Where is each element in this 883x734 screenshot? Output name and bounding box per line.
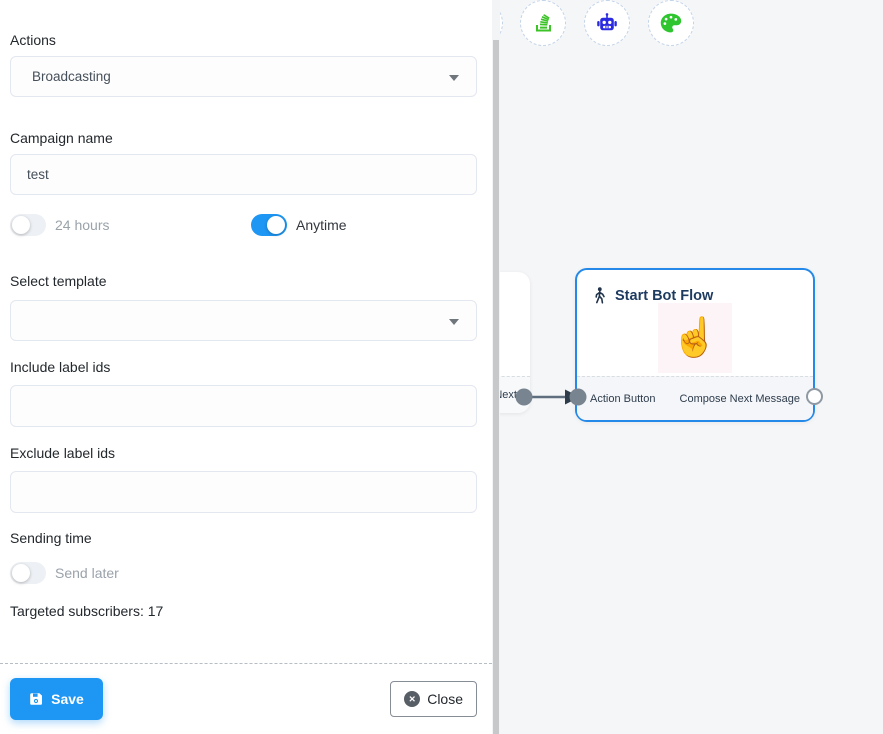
panel-scrollbar-thumb[interactable]: [493, 40, 499, 734]
panel-scrollbar-track[interactable]: [492, 0, 500, 734]
toolbar-button-bot[interactable]: [584, 0, 630, 46]
send-later-group: Send later: [10, 562, 119, 584]
schedule-toggle-row: 24 hours Anytime: [10, 214, 477, 237]
include-label-ids-label: Include label ids: [10, 359, 477, 375]
send-later-row: Send later: [10, 562, 477, 585]
node-title: Start Bot Flow: [615, 288, 713, 304]
targeted-subscribers-text: Targeted subscribers: 17: [10, 603, 477, 619]
actions-select[interactable]: Broadcasting: [10, 56, 477, 97]
flow-canvas[interactable]: Compose Next Start Bot Flow ☝ Action But…: [500, 0, 883, 734]
actions-select-value: Broadcasting: [32, 69, 111, 84]
exclude-label-ids-label: Exclude label ids: [10, 445, 477, 461]
node-partial[interactable]: Compose Next: [500, 272, 530, 413]
node-input-label: Action Button: [590, 393, 655, 405]
toolbar-circle-partial[interactable]: [500, 0, 503, 46]
panel-footer: Save ✕ Close: [0, 663, 492, 734]
cursor-highlight-box: ☝: [658, 303, 732, 373]
broadcast-settings-panel: Actions Broadcasting Campaign name 24 ho…: [0, 0, 492, 734]
send-later-label: Send later: [55, 565, 119, 581]
node-start-bot-flow[interactable]: Start Bot Flow ☝ Action Button Compose N…: [575, 268, 815, 422]
template-select[interactable]: [10, 300, 477, 341]
toggle-24-hours-group: 24 hours: [10, 214, 109, 236]
node-output-port[interactable]: [806, 388, 823, 405]
node-footer: Action Button Compose Next Message: [577, 376, 813, 420]
palette-icon: [659, 11, 683, 35]
walking-person-icon: [592, 287, 607, 304]
sending-time-label: Sending time: [10, 530, 477, 546]
exclude-label-ids-wrap: [10, 471, 477, 513]
include-label-ids-wrap: [10, 385, 477, 427]
close-circle-x-icon: ✕: [404, 691, 420, 707]
save-button-label: Save: [51, 691, 84, 707]
robot-icon: [595, 11, 619, 35]
close-button[interactable]: ✕ Close: [390, 681, 477, 717]
broadcast-flow-app: Actions Broadcasting Campaign name 24 ho…: [0, 0, 883, 734]
toggle-anytime-label: Anytime: [296, 217, 347, 233]
campaign-name-input[interactable]: [11, 155, 476, 194]
node-output-label: Compose Next Message: [680, 393, 800, 405]
toggle-24-hours-label: 24 hours: [55, 217, 109, 233]
exclude-label-ids-input[interactable]: [11, 472, 476, 512]
toggle-anytime[interactable]: [251, 214, 287, 236]
include-label-ids-input[interactable]: [11, 386, 476, 426]
toggle-knob: [12, 216, 30, 234]
toggle-knob: [267, 216, 285, 234]
campaign-name-field-wrap: [10, 154, 477, 195]
chevron-down-icon: [449, 319, 459, 325]
toggle-24-hours[interactable]: [10, 214, 46, 236]
mouse-cursor-hand-icon: ☝: [671, 319, 718, 357]
toggle-knob: [12, 564, 30, 582]
save-button[interactable]: Save: [10, 678, 103, 720]
chevron-down-icon: [449, 75, 459, 81]
campaign-name-label: Campaign name: [10, 130, 477, 146]
toolbar-button-stack[interactable]: [520, 0, 566, 46]
toolbar-button-theme[interactable]: [648, 0, 694, 46]
actions-label: Actions: [10, 32, 477, 48]
toggle-send-later[interactable]: [10, 562, 46, 584]
node-partial-output-label: Compose Next: [500, 376, 530, 413]
save-floppy-icon: [29, 692, 43, 706]
stack-icon: [531, 11, 555, 35]
select-template-label: Select template: [10, 273, 477, 289]
node-header: Start Bot Flow: [577, 270, 813, 304]
toggle-anytime-group: Anytime: [251, 214, 347, 236]
close-button-label: Close: [427, 691, 463, 707]
